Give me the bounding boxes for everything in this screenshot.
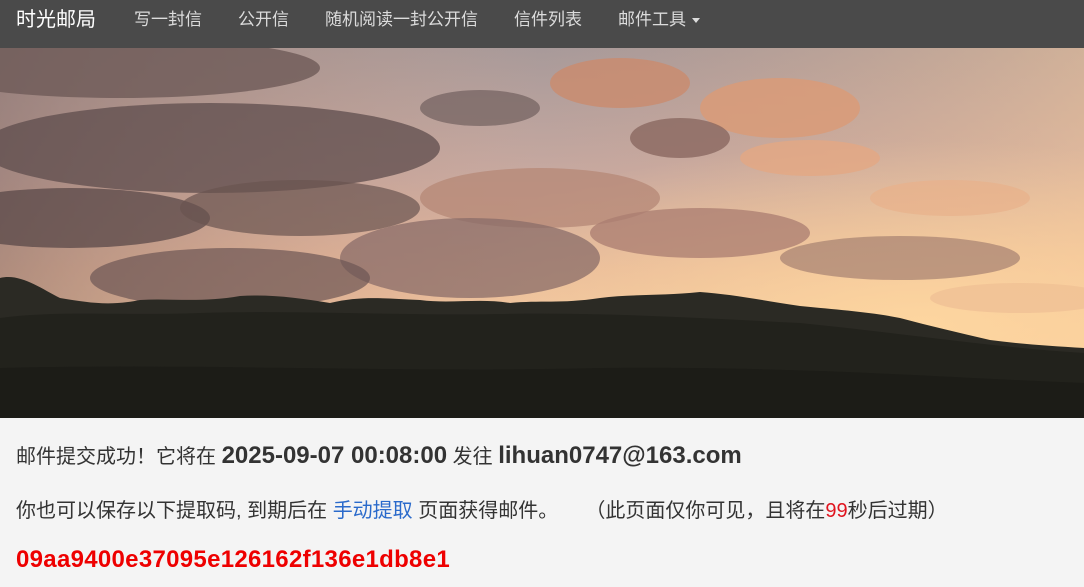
- recipient-email: lihuan0747@163.com: [498, 442, 742, 469]
- nav-public-letters[interactable]: 公开信: [220, 5, 307, 30]
- nav-letter-list[interactable]: 信件列表: [496, 5, 600, 30]
- hero-sunset-image: [0, 48, 1084, 418]
- send-to-text: 发往: [452, 446, 493, 468]
- retrieval-code: 09aa9400e37095e126162f136e1db8e1: [16, 546, 450, 573]
- success-message: 邮件提交成功！它将在 2025-09-07 00:08:00 发往 lihuan…: [16, 440, 742, 470]
- nav-write-letter[interactable]: 写一封信: [116, 5, 220, 30]
- caret-down-icon: [692, 17, 700, 23]
- nav-mail-tools-dropdown[interactable]: 邮件工具: [600, 5, 718, 30]
- expiry-countdown: 99: [825, 500, 848, 522]
- save-code-text: 你也可以保存以下提取码, 到期后在: [16, 500, 328, 522]
- send-datetime: 2025-09-07 00:08:00: [221, 442, 448, 469]
- brand-logo[interactable]: 时光邮局: [0, 3, 116, 32]
- success-prefix-text: 邮件提交成功！它将在: [16, 446, 216, 468]
- manual-retrieve-link[interactable]: 手动提取: [333, 500, 413, 522]
- after-link-text: 页面获得邮件。: [418, 500, 559, 522]
- top-navbar: 时光邮局 写一封信 公开信 随机阅读一封公开信 信件列表 邮件工具: [0, 0, 1084, 48]
- expiry-note-suffix: 秒后过期）: [847, 500, 948, 522]
- nav-random-public-letter[interactable]: 随机阅读一封公开信: [307, 5, 496, 30]
- save-code-message: 你也可以保存以下提取码, 到期后在 手动提取 页面获得邮件。 （此页面仅你可见，…: [16, 494, 948, 523]
- nav-mail-tools-label: 邮件工具: [618, 9, 686, 29]
- expiry-note-prefix: （此页面仅你可见，且将在: [585, 500, 826, 522]
